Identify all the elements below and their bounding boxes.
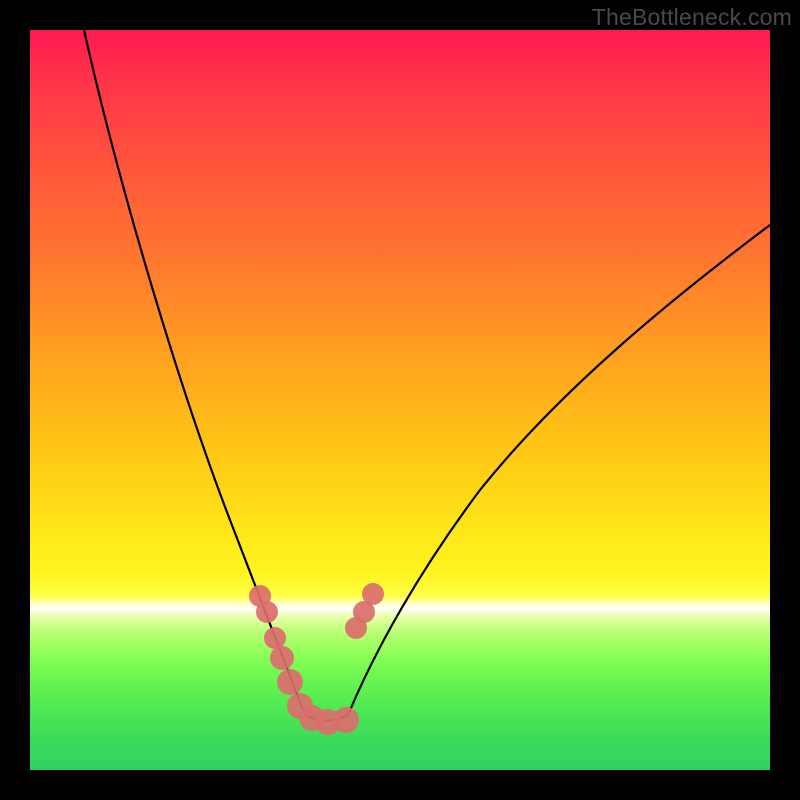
marker-dot: [270, 646, 294, 670]
marker-dot: [264, 627, 286, 649]
marker-group: [249, 583, 384, 735]
right-curve: [348, 225, 770, 715]
marker-dot: [277, 669, 303, 695]
watermark-text: TheBottleneck.com: [592, 4, 792, 31]
plot-area: [30, 30, 770, 770]
curve-canvas: [30, 30, 770, 770]
marker-dot: [362, 583, 384, 605]
chart-frame: TheBottleneck.com: [0, 0, 800, 800]
marker-dot: [256, 601, 278, 623]
marker-dot: [333, 707, 359, 733]
